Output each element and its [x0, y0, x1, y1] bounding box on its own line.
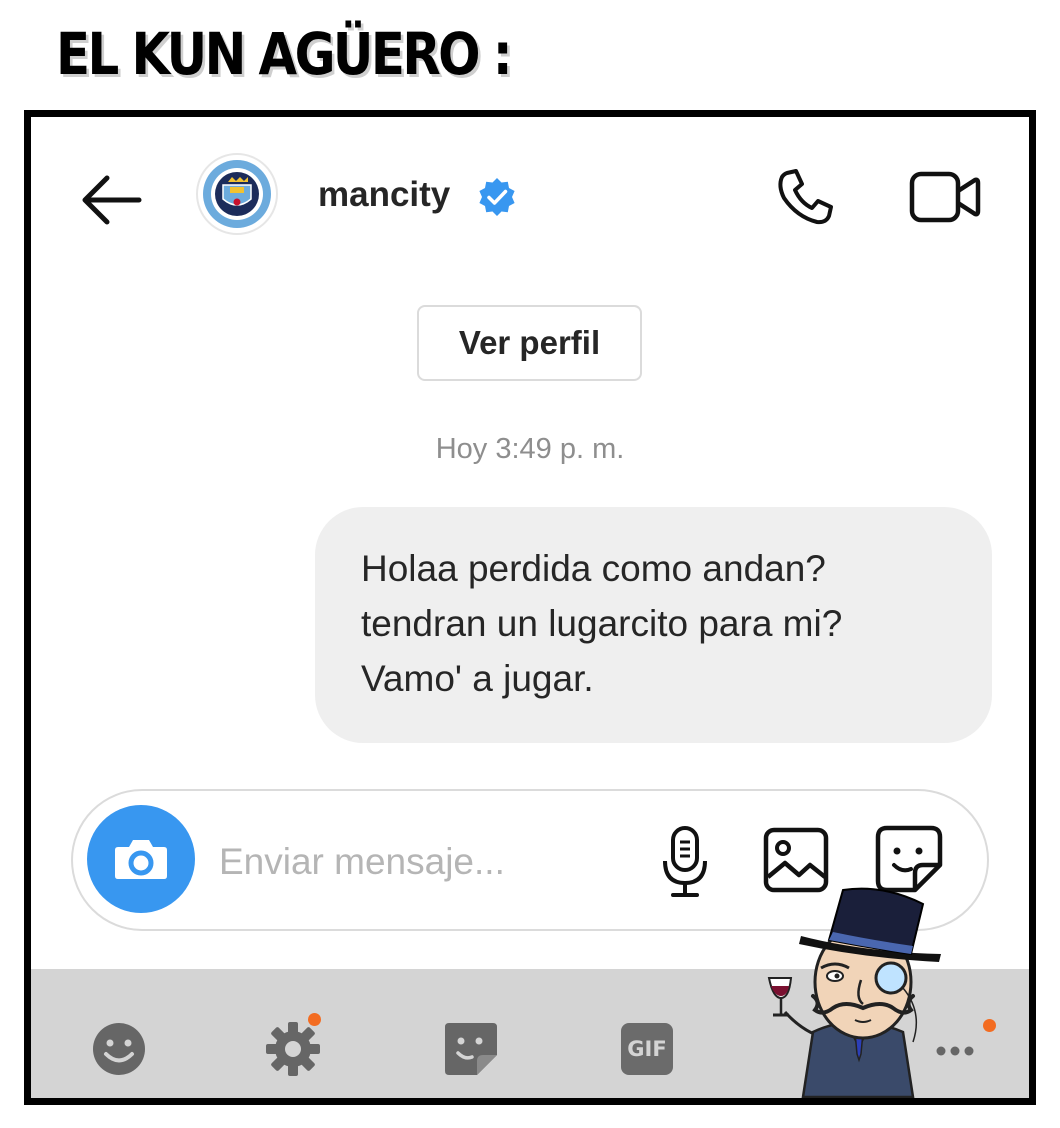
- message-line: Holaa perdida como andan?: [361, 548, 826, 589]
- settings-icon[interactable]: [263, 1019, 323, 1079]
- chat-header: mancity: [31, 117, 1029, 267]
- phone-screenshot: mancity Ver perfil Hoy 3:49 p. m. Holaa …: [24, 110, 1036, 1105]
- message-bubble[interactable]: Holaa perdida como andan? tendran un lug…: [315, 507, 992, 743]
- camera-icon: [115, 840, 167, 879]
- message-input[interactable]: [217, 831, 641, 893]
- meme-caption: EL KUN AGÜERO :: [56, 20, 513, 88]
- chat-username[interactable]: mancity: [318, 175, 450, 215]
- video-camera-icon[interactable]: [909, 169, 981, 225]
- gif-icon[interactable]: GIF: [617, 1019, 677, 1079]
- microphone-icon[interactable]: [657, 825, 713, 899]
- gif-label: GIF: [621, 1023, 673, 1075]
- view-profile-button[interactable]: Ver perfil: [417, 305, 642, 381]
- verified-badge-icon: [479, 178, 515, 216]
- keyboard-sticker-icon[interactable]: [441, 1019, 501, 1079]
- message-timestamp: Hoy 3:49 p. m.: [435, 433, 625, 465]
- more-notification-dot: [983, 1019, 996, 1032]
- settings-notification-dot: [308, 1013, 321, 1026]
- like-a-sir-gentleman-image: [767, 887, 941, 1098]
- mancity-crest-icon: [203, 160, 271, 228]
- back-arrow-icon[interactable]: [77, 172, 143, 228]
- emoji-icon[interactable]: [89, 1019, 149, 1079]
- message-line: tendran un lugarcito para mi?: [361, 603, 843, 644]
- message-line: Vamo' a jugar.: [361, 658, 594, 699]
- phone-icon[interactable]: [773, 165, 837, 229]
- avatar[interactable]: [196, 153, 278, 235]
- camera-button[interactable]: [87, 805, 195, 913]
